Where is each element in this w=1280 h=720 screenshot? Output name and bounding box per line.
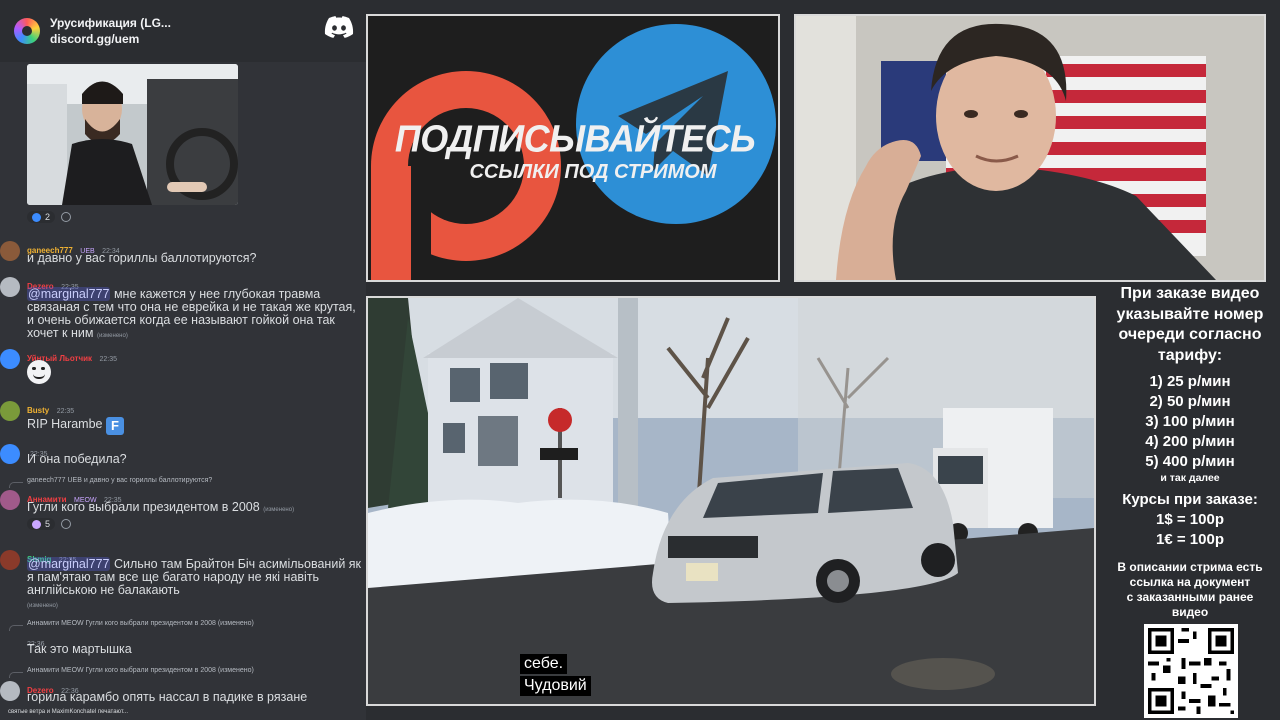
timestamp: 22:35 bbox=[56, 408, 75, 415]
price-item: 1) 25 р/мин bbox=[1149, 373, 1231, 390]
subtitle-line-2: Чудовий bbox=[520, 676, 591, 696]
edited-marker: (изменено) bbox=[96, 333, 128, 339]
price-item: 3) 100 р/мин bbox=[1145, 413, 1235, 430]
image-reactions: 2 bbox=[27, 209, 72, 225]
reaction-pill[interactable]: 5 bbox=[27, 518, 56, 530]
typing-indicator: святые ветра и MaximKonchatel печатают..… bbox=[8, 709, 129, 715]
meme-face-emoji-icon bbox=[27, 360, 51, 384]
message-text: Так это мартышка bbox=[27, 642, 132, 656]
reaction-pill[interactable]: 2 bbox=[27, 211, 56, 223]
reply-connector bbox=[9, 672, 23, 678]
note-line: В описании стрима есть bbox=[1117, 560, 1263, 574]
avatar[interactable] bbox=[0, 401, 20, 421]
webcam-feed bbox=[794, 14, 1266, 282]
reaction-count: 5 bbox=[45, 519, 51, 529]
rate-item: 1€ = 100р bbox=[1156, 531, 1224, 548]
server-name: Урусификация (LG... bbox=[50, 16, 171, 30]
order-info-panel: При заказе видео указывайте номер очеред… bbox=[1100, 284, 1280, 720]
message-reactions: 5 bbox=[27, 516, 72, 532]
info-heading-line: тарифу: bbox=[1157, 346, 1223, 364]
description-note: В описании стрима есть ссылка на докумен… bbox=[1100, 560, 1280, 620]
subtitle-line-1: себе. bbox=[520, 654, 568, 674]
webcam-scene bbox=[796, 16, 1264, 280]
price-item: 2) 50 р/мин bbox=[1149, 393, 1231, 410]
price-item: 5) 400 р/мин bbox=[1145, 453, 1235, 470]
rate-item: 1$ = 100р bbox=[1156, 511, 1224, 528]
info-heading-line: очереди согласно bbox=[1118, 326, 1262, 343]
reply-connector bbox=[9, 482, 23, 488]
avatar[interactable] bbox=[0, 681, 20, 701]
reaction-count: 2 bbox=[45, 212, 51, 222]
avatar[interactable] bbox=[0, 550, 20, 570]
note-line: с заказанными ранее bbox=[1126, 590, 1254, 604]
avatar[interactable] bbox=[0, 241, 20, 261]
reply-preview[interactable]: ganeech777 UEB и давно у вас гориллы бал… bbox=[27, 477, 212, 484]
rates-title: Курсы при заказе: bbox=[1122, 491, 1258, 508]
server-invite-link[interactable]: discord.gg/uem bbox=[50, 31, 171, 47]
message-body: RIP Harambe bbox=[27, 417, 103, 431]
avatar[interactable] bbox=[0, 490, 20, 510]
message-text: И она победила? bbox=[27, 452, 127, 466]
edited-marker: (изменено) bbox=[263, 507, 295, 513]
note-line: видео bbox=[1171, 605, 1209, 619]
avatar[interactable] bbox=[0, 277, 20, 297]
message-text: и давно у вас гориллы баллотируются? bbox=[27, 251, 257, 265]
message-text: RIP Harambe F bbox=[27, 417, 124, 435]
qr-code-icon[interactable] bbox=[1144, 624, 1238, 718]
server-info: Урусификация (LG... discord.gg/uem bbox=[50, 15, 171, 47]
banner-subtitle: ССЫЛКИ ПОД СТРИМОМ bbox=[469, 161, 717, 183]
message-text: Гугли кого выбрали президентом в 2008 (и… bbox=[27, 501, 294, 517]
chat-image-attachment[interactable] bbox=[27, 64, 238, 205]
server-icon[interactable] bbox=[14, 18, 40, 44]
price-item: 4) 200 р/мин bbox=[1145, 433, 1235, 450]
face-emoji-icon bbox=[32, 519, 41, 529]
message-meta: Busty 22:35 bbox=[27, 400, 74, 418]
subscribe-banner: ПОДПИСЫВАЙТЕСЬ ССЫЛКИ ПОД СТРИМОМ bbox=[366, 14, 780, 282]
video-frame bbox=[368, 298, 1094, 704]
info-heading-line: При заказе видео bbox=[1120, 285, 1260, 302]
avatar[interactable] bbox=[0, 349, 20, 369]
user-mention[interactable]: @marginal777 bbox=[27, 287, 111, 301]
reply-preview[interactable]: Аннамити MEOW Гугли кого выбрали президе… bbox=[27, 667, 254, 674]
banner-title: ПОДПИСЫВАЙТЕСЬ bbox=[394, 116, 756, 160]
video-player[interactable]: себе. Чудовий bbox=[366, 296, 1096, 706]
timestamp: 22:35 bbox=[99, 356, 117, 363]
discord-chat-panel: Урусификация (LG... discord.gg/uem 2 gan… bbox=[0, 0, 366, 720]
letter-f-emoji-icon: F bbox=[105, 417, 124, 435]
message-body: Гугли кого выбрали президентом в 2008 bbox=[27, 500, 260, 514]
globe-icon bbox=[32, 212, 41, 222]
info-heading: При заказе видео указывайте номер очеред… bbox=[1100, 284, 1280, 366]
chat-header: Урусификация (LG... discord.gg/uem bbox=[0, 0, 366, 62]
message-text: горила карамбо опять нассал в падике в р… bbox=[27, 690, 308, 704]
message-text: @marginal777 мне кажется у нее глубокая … bbox=[27, 287, 362, 343]
info-heading-line: указывайте номер bbox=[1116, 305, 1264, 323]
price-list: 1) 25 р/мин 2) 50 р/мин 3) 100 р/мин 4) … bbox=[1100, 372, 1280, 484]
price-more: и так далее bbox=[1160, 472, 1220, 484]
username[interactable]: Busty bbox=[27, 406, 49, 415]
reply-preview[interactable]: Аннамити MEOW Гугли кого выбрали президе… bbox=[27, 620, 254, 627]
add-reaction-icon[interactable] bbox=[61, 519, 72, 529]
user-mention[interactable]: @marginal777 bbox=[27, 557, 111, 571]
reply-connector bbox=[9, 625, 23, 631]
note-line: ссылка на документ bbox=[1129, 575, 1251, 589]
edited-marker: (изменено) bbox=[27, 603, 58, 609]
discord-logo-icon bbox=[324, 16, 354, 38]
add-reaction-icon[interactable] bbox=[61, 212, 72, 222]
avatar[interactable] bbox=[0, 444, 20, 464]
message-text: @marginal777 Сильно там Брайтон Біч асим… bbox=[27, 557, 366, 613]
